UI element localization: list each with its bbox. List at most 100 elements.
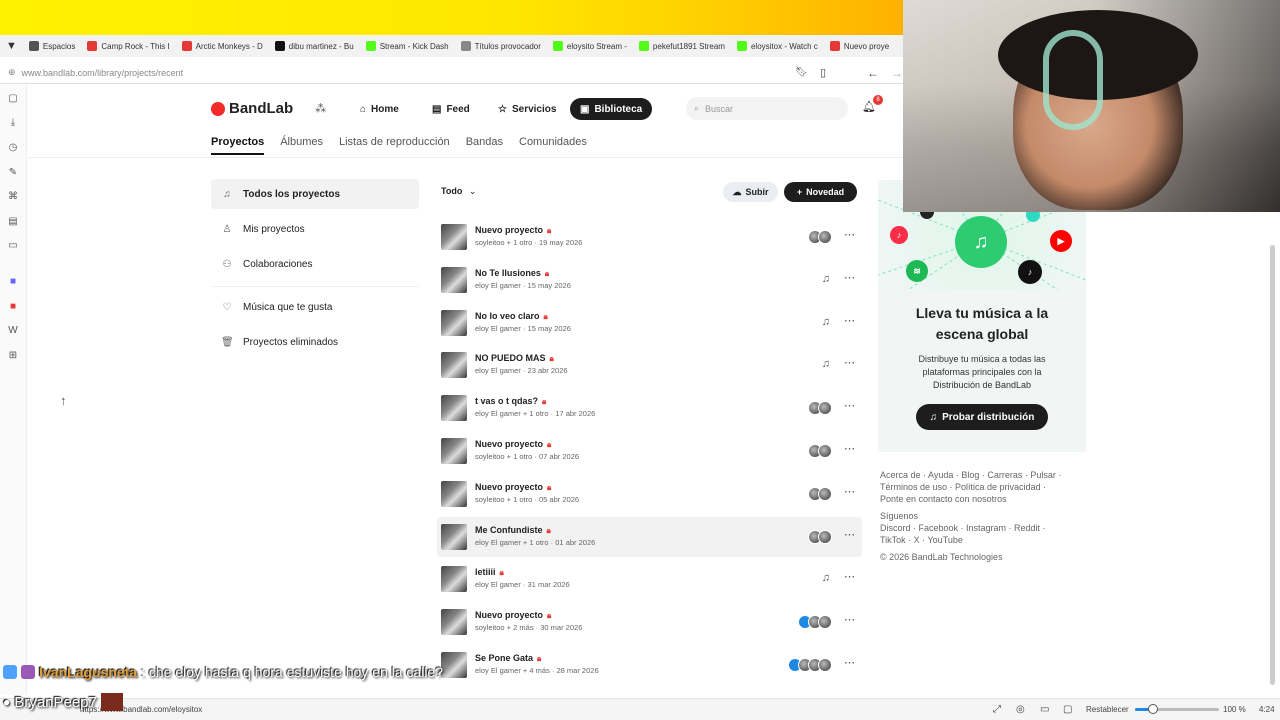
sidebar-item-my-projects[interactable]: ♙ Mis proyectos — [211, 214, 419, 244]
footer-social-1[interactable]: Discord · Facebook · Instagram · Reddit … — [880, 522, 1046, 534]
project-thumbnail[interactable] — [441, 523, 467, 550]
more-options-icon[interactable]: ⋯ — [844, 314, 856, 327]
project-thumbnail[interactable] — [441, 438, 467, 464]
project-name[interactable]: No lo veo claro — [475, 311, 540, 321]
project-thumbnail[interactable] — [441, 566, 467, 593]
project-name-wrap[interactable]: Nuevo proyecto 🔒︎ — [475, 482, 551, 493]
project-owner[interactable]: eloy El gamer — [475, 281, 521, 290]
browser-logo-icon[interactable]: ▼ — [0, 35, 23, 57]
history-icon[interactable]: ◷ — [7, 142, 19, 154]
project-row[interactable]: No Te Ilusiones 🔒︎ eloy El gamer · 15 may … — [437, 260, 862, 300]
more-options-icon[interactable]: ⋯ — [844, 570, 856, 583]
project-row[interactable]: No lo veo claro 🔒︎ eloy El gamer · 15 may … — [437, 303, 862, 343]
project-owner[interactable]: soyleitoo + 1 otro — [475, 495, 532, 504]
project-row[interactable]: Me Confundiste 🔒︎ eloy El gamer + 1 otro ·… — [437, 516, 862, 557]
project-owner[interactable]: soyleitoo + 1 otro — [475, 452, 532, 461]
collab-icon[interactable]: ♫ — [822, 273, 830, 285]
collab-icon[interactable]: ♫ — [822, 316, 830, 328]
project-row[interactable]: Se Pone Gata 🔒︎ eloy El gamer + 4 más · 28… — [437, 645, 862, 685]
downloads-icon[interactable]: ⤓ — [7, 117, 19, 129]
project-thumbnail[interactable] — [441, 480, 467, 507]
new-project-button[interactable]: + Novedad — [784, 182, 857, 202]
project-owner[interactable]: eloy El gamer + 4 más — [475, 666, 550, 675]
notes-icon[interactable]: ✎ — [7, 167, 19, 179]
project-name[interactable]: Se Pone Gata — [475, 653, 533, 663]
search-input[interactable]: ⌕ Buscar — [686, 97, 848, 120]
project-name[interactable]: letiiii — [475, 567, 496, 577]
collaborator-avatars[interactable] — [808, 230, 832, 244]
tiling-icon[interactable]: ▭ — [1040, 704, 1049, 715]
project-thumbnail[interactable] — [441, 309, 467, 336]
project-name-wrap[interactable]: Nuevo proyecto 🔒︎ — [475, 225, 551, 236]
project-name-wrap[interactable]: t vas o t qdas? 🔒︎ — [475, 396, 546, 407]
scroll-to-top-icon[interactable]: ↑ — [60, 393, 67, 408]
upload-button[interactable]: ☁ Subir — [723, 182, 778, 202]
page-scrollbar[interactable] — [1270, 245, 1275, 685]
apps-grid-icon[interactable]: ⁂ — [315, 102, 326, 115]
footer-social-2[interactable]: TikTok · X · YouTube — [880, 534, 963, 546]
bandlab-logo[interactable]: BandLab ⁂ — [211, 100, 326, 117]
project-row[interactable]: Nuevo proyecto 🔒︎ soyleitoo + 1 otro · 19 … — [437, 217, 862, 257]
more-options-icon[interactable]: ⋯ — [844, 399, 856, 412]
collaborator-avatars[interactable] — [808, 529, 832, 544]
add-panel-icon[interactable]: ⊞ — [7, 350, 19, 362]
browser-tab[interactable]: pekefut1891 Stream — [633, 35, 731, 57]
filter-dropdown[interactable]: Todo ⌄ — [441, 186, 476, 197]
bookmark-icon[interactable]: 🔖︎ — [795, 67, 808, 78]
nav-services[interactable]: ☆ Servicios — [488, 98, 566, 120]
collab-icon[interactable]: ♫ — [822, 572, 830, 584]
more-options-icon[interactable]: ⋯ — [844, 656, 856, 669]
project-name[interactable]: No Te Ilusiones — [475, 268, 541, 278]
wikipedia-icon[interactable]: W — [7, 325, 19, 337]
nav-library[interactable]: ▣ Biblioteca — [570, 98, 653, 120]
project-row[interactable]: Nuevo proyecto 🔒︎ soyleitoo + 1 otro · 05 … — [437, 474, 862, 514]
more-options-icon[interactable]: ⋯ — [844, 271, 856, 284]
address-bar[interactable]: ⊕ www.bandlab.com/library/projects/recen… — [0, 62, 905, 84]
project-owner[interactable]: eloy El gamer — [475, 324, 521, 333]
collaborator-avatars[interactable] — [788, 658, 832, 672]
sidebar-item-collaborations[interactable]: ⚇ Colaboraciones — [211, 249, 419, 279]
sidebar-item-all-projects[interactable]: ♫ Todos los proyectos — [211, 179, 419, 209]
project-name-wrap[interactable]: No lo veo claro 🔒︎ — [475, 311, 548, 322]
project-name[interactable]: Me Confundiste — [475, 525, 543, 535]
project-owner[interactable]: eloy El gamer — [475, 580, 521, 589]
project-owner[interactable]: eloy El gamer + 1 otro — [475, 409, 549, 418]
project-name-wrap[interactable]: Se Pone Gata 🔒︎ — [475, 653, 541, 664]
project-name-wrap[interactable]: Nuevo proyecto 🔒︎ — [475, 610, 551, 621]
tab-playlists[interactable]: Listas de reproducción — [339, 136, 450, 155]
project-owner[interactable]: soyleitoo + 1 otro — [475, 238, 532, 247]
project-thumbnail[interactable] — [441, 395, 467, 422]
footer-links-2[interactable]: Términos de uso · Política de privacidad… — [880, 481, 1046, 493]
tab-communities[interactable]: Comunidades — [519, 136, 587, 155]
project-thumbnail[interactable] — [441, 652, 467, 678]
project-name[interactable]: t vas o t qdas? — [475, 396, 538, 406]
project-owner[interactable]: eloy El gamer + 1 otro — [475, 538, 549, 547]
capture-icon[interactable]: ◎ — [1016, 704, 1025, 715]
more-options-icon[interactable]: ⋯ — [844, 228, 856, 241]
more-options-icon[interactable]: ⋯ — [844, 356, 856, 369]
screenshot-icon[interactable]: ⤢ — [993, 704, 1001, 715]
collaborator-avatars[interactable] — [808, 401, 832, 416]
browser-tab[interactable]: Arctic Monkeys - D — [176, 35, 269, 57]
project-owner[interactable]: soyleitoo + 2 más — [475, 623, 534, 632]
site-info-icon[interactable]: ⊕ — [8, 67, 16, 78]
browser-tab[interactable]: Títulos provocador — [455, 35, 547, 57]
tab-projects[interactable]: Proyectos — [211, 136, 265, 155]
more-options-icon[interactable]: ⋯ — [844, 442, 856, 455]
translate-icon[interactable]: ⌘ — [7, 191, 19, 203]
browser-tab[interactable]: Espacios — [23, 35, 81, 57]
sidebar-item-deleted-projects[interactable]: 🗑︎ Proyectos eliminados — [211, 327, 419, 357]
project-row[interactable]: NO PUEDO MAS 🔒︎ eloy El gamer · 23 abr 202… — [437, 345, 862, 385]
tab-bands[interactable]: Bandas — [466, 136, 503, 155]
reset-zoom-button[interactable]: Restablecer — [1086, 705, 1129, 714]
browser-tab[interactable]: dibu martinez - Bu — [269, 35, 360, 57]
tab-albums[interactable]: Álbumes — [280, 136, 323, 155]
sidebar-toggle-icon[interactable]: ▯ — [820, 66, 826, 79]
project-row[interactable]: Nuevo proyecto 🔒︎ soyleitoo + 1 otro · 07 … — [437, 431, 862, 471]
reader-icon[interactable]: ▤ — [7, 216, 19, 228]
project-owner[interactable]: eloy El gamer — [475, 366, 521, 375]
collab-icon[interactable]: ♫ — [822, 358, 830, 370]
browser-tab[interactable]: Stream - Kick Dash — [360, 35, 455, 57]
bookmarks-icon[interactable]: ▢ — [7, 93, 19, 105]
browser-tab[interactable]: eloysitox - Watch c — [731, 35, 824, 57]
